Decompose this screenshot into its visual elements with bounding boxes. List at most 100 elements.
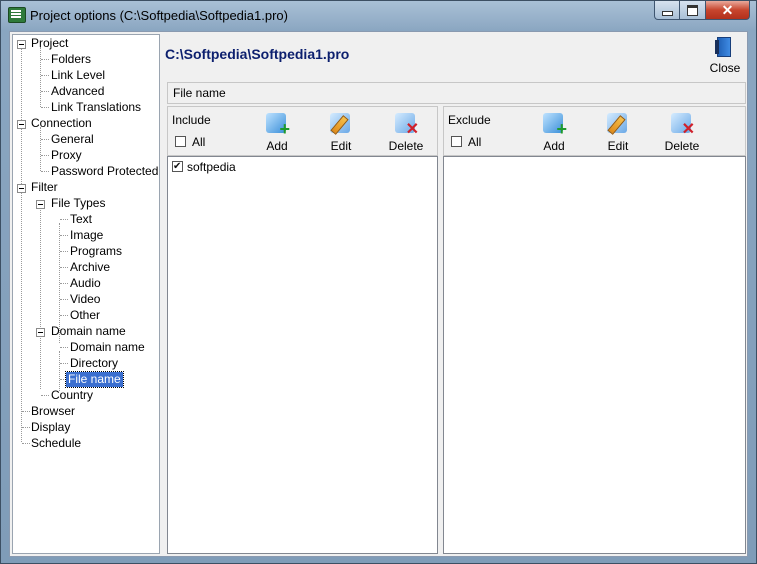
include-all-label: All [192,135,206,149]
exclude-edit-label: Edit [607,139,629,153]
tree-item-project[interactable]: Project [29,36,70,51]
tree-connector [41,107,49,108]
exclude-toolbar: Exclude All Add Edit Delete [443,106,746,156]
exclude-all-checkbox[interactable] [451,136,462,147]
tree-connector [41,91,49,92]
tree-item-file-name[interactable]: File name [65,371,124,388]
tree-item-advanced[interactable]: Advanced [49,84,106,99]
tree-connector [41,75,49,76]
dialog-client: Project Folders Link Level Advanced Link… [9,31,748,557]
tree-item-audio[interactable]: Audio [68,276,103,291]
tree-connector [40,207,41,389]
exclude-add-label: Add [543,139,565,153]
tree-item-folders[interactable]: Folders [49,52,93,67]
tree-item-text[interactable]: Text [68,212,94,227]
add-icon [543,113,567,138]
tree-connector [60,299,68,300]
exclude-edit-button[interactable]: Edit [591,113,645,155]
tree-item-display[interactable]: Display [29,420,72,435]
close-button[interactable]: Close [705,37,745,77]
include-add-label: Add [266,139,288,153]
include-all-checkbox[interactable] [175,136,186,147]
tree-connector [41,155,49,156]
tree-item-other[interactable]: Other [68,308,102,323]
section-header: File name [167,82,746,104]
tree-item-proxy[interactable]: Proxy [49,148,84,163]
window-title: Project options (C:\Softpedia\Softpedia1… [30,8,288,23]
edit-icon [607,113,627,133]
expander-file-types[interactable] [36,200,45,209]
maximize-button[interactable] [680,1,706,20]
include-toolbar: Include All Add Edit Delete [167,106,438,156]
tree-item-connection[interactable]: Connection [29,116,94,131]
tree-connector [60,251,68,252]
close-button-label: Close [709,61,741,75]
tree-connector [40,127,41,171]
tree-connector [60,363,68,364]
tree-item-country[interactable]: Country [49,388,95,403]
close-icon: ✕ [721,1,734,18]
tree-item-archive[interactable]: Archive [68,260,112,275]
tree-connector [41,395,49,396]
exclude-delete-label: Delete [664,139,700,153]
tree-item-general[interactable]: General [49,132,96,147]
expander-filter[interactable] [17,184,26,193]
tree-item-password-protected[interactable]: Password Protected [49,164,159,179]
tree-item-file-types[interactable]: File Types [49,196,107,211]
tree-connector [40,47,41,107]
tree-item-link-level[interactable]: Link Level [49,68,107,83]
tree-connector [41,171,49,172]
include-item-label: softpedia [187,160,236,174]
tree-connector [21,47,22,442]
minimize-button[interactable] [654,1,680,20]
tree-connector [41,59,49,60]
tree-connector [60,315,68,316]
tree-item-video[interactable]: Video [68,292,102,307]
tree-connector [60,235,68,236]
section-title: File name [173,86,226,100]
tree-item-domain-name-group[interactable]: Domain name [49,324,128,339]
delete-icon [671,113,695,138]
tree-item-browser[interactable]: Browser [29,404,77,419]
exclude-list[interactable] [443,156,746,554]
tree-item-filter[interactable]: Filter [29,180,60,195]
include-delete-label: Delete [388,139,424,153]
options-tree[interactable]: Project Folders Link Level Advanced Link… [12,34,160,554]
include-add-button[interactable]: Add [250,113,304,155]
tree-item-programs[interactable]: Programs [68,244,124,259]
maximize-icon [687,4,698,16]
app-window: Project options (C:\Softpedia\Softpedia1… [0,0,757,564]
exclude-all-label: All [468,135,482,149]
include-list[interactable]: softpedia [167,156,438,554]
title-bar[interactable]: Project options (C:\Softpedia\Softpedia1… [1,1,756,29]
tree-connector [41,139,49,140]
edit-icon [330,113,350,133]
expander-project[interactable] [17,40,26,49]
include-edit-button[interactable]: Edit [314,113,368,155]
tree-item-image[interactable]: Image [68,228,105,243]
add-icon [266,113,290,138]
tree-connector [60,219,68,220]
door-icon [715,37,731,57]
expander-connection[interactable] [17,120,26,129]
tree-connector [60,267,68,268]
tree-connector [59,351,60,391]
tree-item-domain-name[interactable]: Domain name [68,340,147,355]
caption-buttons: ✕ [654,1,750,21]
include-edit-label: Edit [330,139,352,153]
tree-connector [60,283,68,284]
close-window-button[interactable]: ✕ [706,1,750,20]
expander-domain-name[interactable] [36,328,45,337]
minimize-icon [661,10,673,16]
tree-item-schedule[interactable]: Schedule [29,436,83,451]
tree-item-directory[interactable]: Directory [68,356,120,371]
tree-item-link-translations[interactable]: Link Translations [49,100,143,115]
project-path-title: C:\Softpedia\Softpedia1.pro [165,46,350,62]
exclude-delete-button[interactable]: Delete [655,113,709,155]
exclude-title: Exclude [448,113,491,127]
include-delete-button[interactable]: Delete [379,113,433,155]
exclude-add-button[interactable]: Add [527,113,581,155]
delete-icon [395,113,419,138]
tree-connector [60,347,68,348]
include-item-checkbox[interactable] [172,159,183,175]
